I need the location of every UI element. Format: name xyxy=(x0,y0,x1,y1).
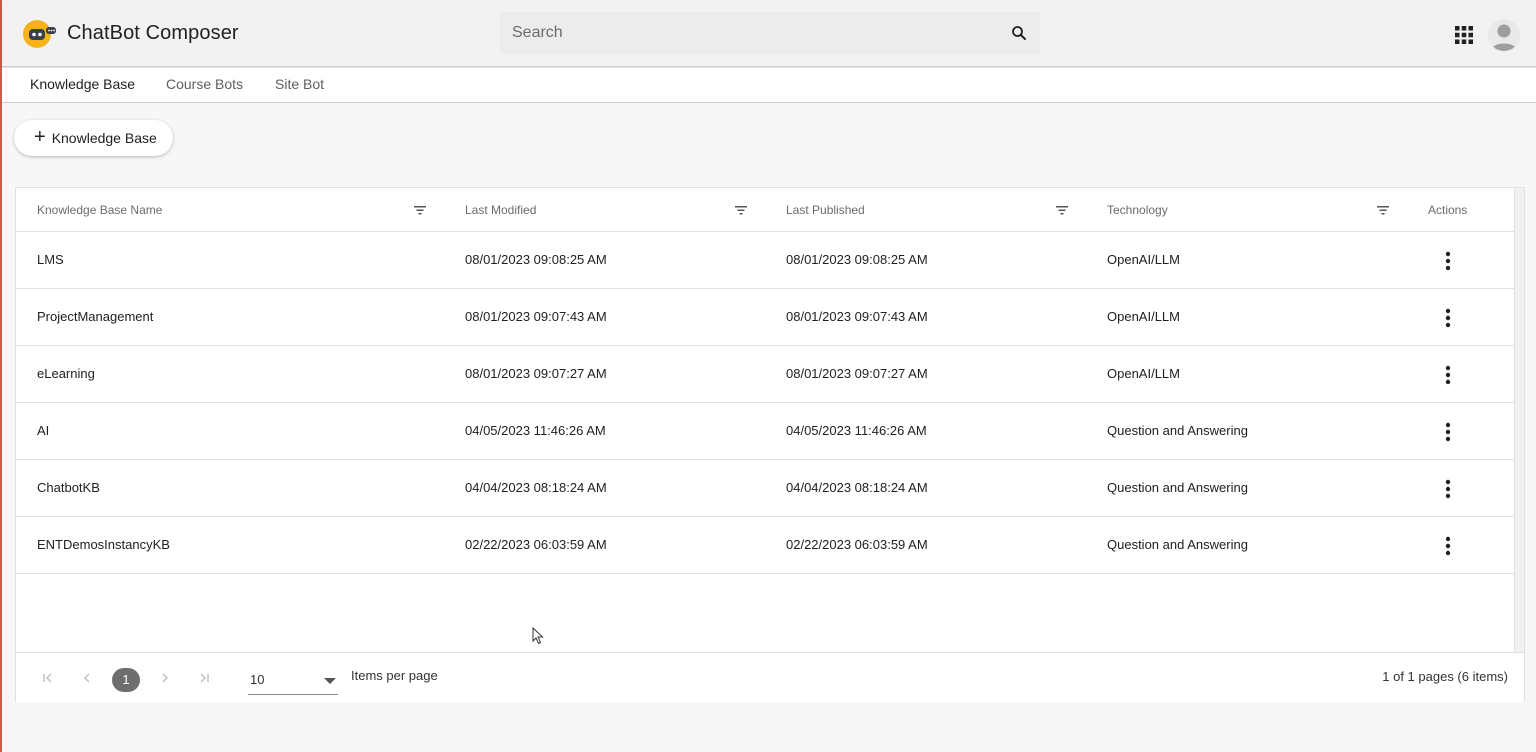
plus-icon: + xyxy=(34,126,46,148)
mouse-cursor-icon xyxy=(532,627,544,645)
tab-course-bots[interactable]: Course Bots xyxy=(166,76,243,92)
filter-icon[interactable] xyxy=(1377,205,1389,215)
last-modified-cell: 08/01/2023 09:08:25 AM xyxy=(465,252,607,267)
last-published-cell: 08/01/2023 09:07:43 AM xyxy=(786,309,928,324)
last-published-cell: 04/05/2023 11:46:26 AM xyxy=(786,423,927,438)
technology-cell: Question and Answering xyxy=(1107,480,1248,495)
tab-knowledge-base[interactable]: Knowledge Base xyxy=(30,76,135,92)
apps-grid-icon[interactable] xyxy=(1454,25,1474,45)
pager: 1 10 Items per page 1 of 1 pages (6 item… xyxy=(16,652,1524,702)
chevron-down-icon xyxy=(324,678,336,684)
last-published-cell: 08/01/2023 09:07:27 AM xyxy=(786,366,928,381)
last-published-cell: 02/22/2023 06:03:59 AM xyxy=(786,537,928,552)
more-vert-icon[interactable] xyxy=(1440,363,1456,387)
add-knowledge-base-button[interactable]: + Knowledge Base xyxy=(14,120,173,156)
kb-name-cell: ProjectManagement xyxy=(37,309,154,324)
kb-name-cell: ChatbotKB xyxy=(37,480,100,495)
last-published-cell: 08/01/2023 09:08:25 AM xyxy=(786,252,928,267)
table-row[interactable]: AI 04/05/2023 11:46:26 AM 04/05/2023 11:… xyxy=(16,403,1515,460)
more-vert-icon[interactable] xyxy=(1440,477,1456,501)
technology-cell: OpenAI/LLM xyxy=(1107,252,1180,267)
filter-icon[interactable] xyxy=(1056,205,1068,215)
last-modified-cell: 08/01/2023 09:07:43 AM xyxy=(465,309,607,324)
last-page-icon[interactable] xyxy=(196,670,212,686)
tab-site-bot[interactable]: Site Bot xyxy=(275,76,324,92)
last-modified-cell: 04/05/2023 11:46:26 AM xyxy=(465,423,606,438)
chatbot-logo-icon xyxy=(23,20,56,48)
column-header-technology[interactable]: Technology xyxy=(1107,203,1168,217)
vertical-scrollbar[interactable] xyxy=(1514,188,1524,652)
column-header-last-modified[interactable]: Last Modified xyxy=(465,203,536,217)
more-vert-icon[interactable] xyxy=(1440,420,1456,444)
more-vert-icon[interactable] xyxy=(1440,306,1456,330)
page-size-select[interactable]: 10 xyxy=(248,667,338,695)
user-avatar-icon[interactable] xyxy=(1488,19,1520,51)
column-header-last-published[interactable]: Last Published xyxy=(786,203,865,217)
technology-cell: OpenAI/LLM xyxy=(1107,309,1180,324)
table-row[interactable]: LMS 08/01/2023 09:08:25 AM 08/01/2023 09… xyxy=(16,232,1515,289)
filter-icon[interactable] xyxy=(414,205,426,215)
next-page-icon[interactable] xyxy=(157,670,173,686)
column-header-name[interactable]: Knowledge Base Name xyxy=(37,203,162,217)
technology-cell: Question and Answering xyxy=(1107,423,1248,438)
items-per-page-label: Items per page xyxy=(351,668,438,683)
last-modified-cell: 08/01/2023 09:07:27 AM xyxy=(465,366,607,381)
kb-name-cell: LMS xyxy=(37,252,64,267)
nav-tabs: Knowledge Base Course Bots Site Bot xyxy=(2,68,1536,103)
last-modified-cell: 04/04/2023 08:18:24 AM xyxy=(465,480,607,495)
table-header: Knowledge Base Name Last Modified Last P… xyxy=(16,188,1515,232)
search-bar xyxy=(500,12,1040,54)
kb-name-cell: AI xyxy=(37,423,50,438)
column-header-actions: Actions xyxy=(1428,203,1468,217)
search-input[interactable] xyxy=(512,12,992,54)
knowledge-base-grid: Knowledge Base Name Last Modified Last P… xyxy=(15,187,1525,702)
filter-icon[interactable] xyxy=(735,205,747,215)
app-header: ChatBot Composer xyxy=(2,0,1536,67)
search-icon[interactable] xyxy=(1010,24,1028,42)
last-modified-cell: 02/22/2023 06:03:59 AM xyxy=(465,537,607,552)
table-row[interactable]: eLearning 08/01/2023 09:07:27 AM 08/01/2… xyxy=(16,346,1515,403)
table-row[interactable]: ProjectManagement 08/01/2023 09:07:43 AM… xyxy=(16,289,1515,346)
technology-cell: Question and Answering xyxy=(1107,537,1248,552)
table-row[interactable]: ENTDemosInstancyKB 02/22/2023 06:03:59 A… xyxy=(16,517,1515,574)
pager-info: 1 of 1 pages (6 items) xyxy=(1382,669,1508,684)
more-vert-icon[interactable] xyxy=(1440,249,1456,273)
prev-page-icon[interactable] xyxy=(79,670,95,686)
kb-name-cell: eLearning xyxy=(37,366,95,381)
last-published-cell: 04/04/2023 08:18:24 AM xyxy=(786,480,928,495)
table-row[interactable]: ChatbotKB 04/04/2023 08:18:24 AM 04/04/2… xyxy=(16,460,1515,517)
app-title: ChatBot Composer xyxy=(67,22,239,44)
technology-cell: OpenAI/LLM xyxy=(1107,366,1180,381)
current-page-button[interactable]: 1 xyxy=(112,668,140,692)
add-knowledge-base-label: Knowledge Base xyxy=(51,130,157,146)
kb-name-cell: ENTDemosInstancyKB xyxy=(37,537,170,552)
first-page-icon[interactable] xyxy=(40,670,56,686)
more-vert-icon[interactable] xyxy=(1440,534,1456,558)
page-size-value: 10 xyxy=(250,672,265,687)
